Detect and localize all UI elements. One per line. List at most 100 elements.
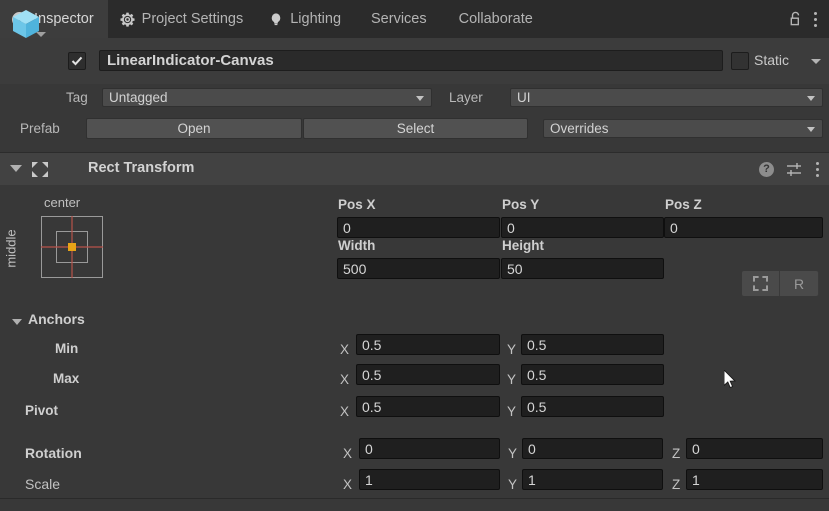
anchor-max-y-axis-label: Y [507, 372, 517, 387]
prefab-overrides-dropdown[interactable]: Overrides [543, 119, 823, 138]
anchors-foldout-arrow[interactable] [12, 319, 22, 325]
prefab-select-label: Select [396, 121, 435, 136]
scale-label: Scale [25, 476, 61, 492]
anchor-min-label: Min [55, 341, 79, 356]
rotation-label: Rotation [25, 445, 82, 461]
gameobject-name-input[interactable]: LinearIndicator-Canvas [99, 50, 723, 71]
tag-label: Tag [66, 90, 88, 105]
rotation-z-input[interactable]: 0 [686, 438, 823, 459]
anchor-preset-diagram [41, 216, 103, 278]
anchor-min-x-input[interactable]: 0.5 [356, 334, 500, 355]
component-header-actions: ? [759, 153, 819, 185]
rect-transform-title: Rect Transform [88, 160, 195, 176]
anchor-preset-vertical-label: middle [3, 229, 19, 268]
width-label: Width [338, 238, 376, 253]
rotation-y-value: 0 [528, 440, 536, 457]
anchor-max-x-input[interactable]: 0.5 [356, 364, 500, 385]
pivot-x-input[interactable]: 0.5 [356, 396, 500, 417]
static-dropdown-caret[interactable] [811, 59, 821, 64]
tab-bar-spacer [549, 0, 788, 38]
rect-transform-foldout-arrow[interactable] [10, 165, 22, 172]
rotation-y-axis-label: Y [508, 446, 518, 461]
anchor-preset-horizontal-label: center [44, 195, 81, 210]
blueprint-mode-button[interactable] [742, 271, 780, 296]
pivot-x-value: 0.5 [362, 398, 382, 415]
anchor-max-y-value: 0.5 [527, 366, 547, 383]
anchor-max-x-value: 0.5 [362, 366, 382, 383]
gameobject-icon-dropdown-caret[interactable] [36, 32, 46, 37]
pivot-label: Pivot [25, 403, 59, 418]
prefab-open-label: Open [177, 121, 211, 136]
lightbulb-icon [269, 12, 283, 27]
inspector-window: Inspector Project Settings Lighting Serv… [0, 0, 829, 511]
pivot-y-input[interactable]: 0.5 [521, 396, 664, 417]
height-value: 50 [507, 260, 523, 277]
scale-z-input[interactable]: 1 [686, 469, 823, 490]
layer-label: Layer [449, 90, 483, 105]
component-kebab-menu-icon[interactable] [815, 161, 819, 177]
anchor-preset-widget[interactable]: center middle [3, 195, 126, 295]
raw-edit-mode-button[interactable]: R [780, 271, 818, 296]
layer-value: UI [517, 90, 531, 105]
pos-x-value: 0 [343, 219, 351, 236]
rotation-z-axis-label: Z [672, 446, 681, 461]
height-label: Height [502, 238, 544, 253]
scale-x-axis-label: X [343, 477, 353, 492]
rotation-x-axis-label: X [343, 446, 353, 461]
rect-transform-header[interactable]: Rect Transform ? [0, 152, 829, 186]
unlocked-padlock-icon[interactable] [788, 11, 803, 27]
prefab-open-button[interactable]: Open [86, 118, 302, 139]
tag-layer-row: Tag Untagged Layer UI [0, 86, 829, 112]
tab-lighting[interactable]: Lighting [257, 0, 355, 38]
kebab-menu-icon[interactable] [813, 11, 817, 27]
anchor-max-y-input[interactable]: 0.5 [521, 364, 664, 385]
dashed-square-icon [753, 276, 768, 291]
anchors-section-label: Anchors [28, 311, 85, 327]
rotation-x-input[interactable]: 0 [359, 438, 500, 459]
tab-collaborate[interactable]: Collaborate [443, 0, 549, 38]
scale-y-value: 1 [528, 471, 536, 488]
inspector-tab-bar: Inspector Project Settings Lighting Serv… [0, 0, 829, 38]
tab-project-settings[interactable]: Project Settings [108, 0, 258, 38]
pos-z-value: 0 [670, 219, 678, 236]
anchor-min-y-input[interactable]: 0.5 [521, 334, 664, 355]
scale-x-input[interactable]: 1 [359, 469, 500, 490]
chevron-down-icon [807, 96, 815, 101]
anchor-min-x-axis-label: X [340, 342, 350, 357]
prefab-select-button[interactable]: Select [303, 118, 528, 139]
width-input[interactable]: 500 [337, 258, 500, 279]
gameobject-enabled-checkbox[interactable] [68, 52, 86, 70]
height-input[interactable]: 50 [501, 258, 664, 279]
rotation-x-value: 0 [365, 440, 373, 457]
rect-transform-icon [31, 161, 49, 178]
tab-services[interactable]: Services [355, 0, 443, 38]
scale-z-axis-label: Z [672, 477, 681, 492]
anchor-min-y-axis-label: Y [507, 342, 517, 357]
anchor-max-x-axis-label: X [340, 372, 350, 387]
static-checkbox[interactable] [731, 52, 749, 70]
chevron-down-icon [416, 96, 424, 101]
tab-bar-actions [788, 0, 829, 38]
preset-settings-icon[interactable] [786, 162, 803, 177]
bottom-strip [0, 499, 829, 511]
pos-z-input[interactable]: 0 [664, 217, 823, 238]
layer-dropdown[interactable]: UI [510, 88, 823, 107]
anchor-min-x-value: 0.5 [362, 336, 382, 353]
tab-services-label: Services [371, 11, 427, 27]
pos-y-label: Pos Y [502, 197, 540, 212]
static-label: Static [754, 52, 790, 68]
scale-y-axis-label: Y [508, 477, 518, 492]
pivot-y-value: 0.5 [527, 398, 547, 415]
scale-y-input[interactable]: 1 [522, 469, 663, 490]
pos-x-input[interactable]: 0 [337, 217, 500, 238]
prefab-row: Prefab Open Select Overrides [0, 116, 829, 144]
rotation-y-input[interactable]: 0 [522, 438, 663, 459]
pos-y-input[interactable]: 0 [501, 217, 664, 238]
tab-collaborate-label: Collaborate [458, 11, 533, 27]
help-icon[interactable]: ? [759, 161, 774, 177]
tag-dropdown[interactable]: Untagged [102, 88, 432, 107]
pos-y-value: 0 [507, 219, 515, 236]
anchor-min-y-value: 0.5 [527, 336, 547, 353]
pivot-x-axis-label: X [340, 404, 350, 419]
tag-value: Untagged [109, 90, 168, 105]
